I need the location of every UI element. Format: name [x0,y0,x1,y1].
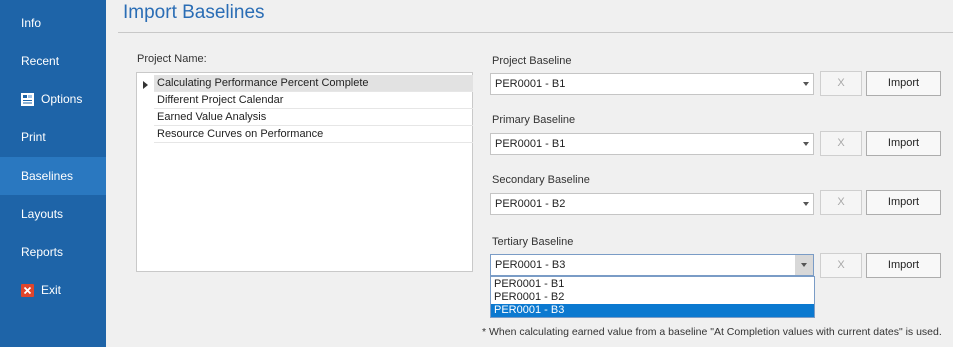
tertiary-baseline-select[interactable]: PER0001 - B3 [490,254,814,276]
dropdown-option-selected[interactable]: PER0001 - B3 [491,304,814,317]
clear-project-baseline-button[interactable]: X [820,71,862,96]
chevron-down-icon [803,142,809,146]
nav-print[interactable]: Print [0,118,106,156]
clear-secondary-baseline-button[interactable]: X [820,190,862,215]
clear-tertiary-baseline-button[interactable]: X [820,253,862,278]
primary-baseline-value: PER0001 - B1 [495,138,566,150]
project-baseline-value: PER0001 - B1 [495,78,566,90]
import-secondary-baseline-button[interactable]: Import [866,190,941,215]
nav-info[interactable]: Info [0,4,106,42]
tertiary-baseline-value: PER0001 - B3 [495,259,566,271]
nav-baselines[interactable]: Baselines [0,157,106,195]
import-tertiary-baseline-button[interactable]: Import [866,253,941,278]
nav-layouts[interactable]: Layouts [0,195,106,233]
primary-baseline-label: Primary Baseline [492,114,576,126]
project-row[interactable]: Calculating Performance Percent Complete [154,75,473,92]
sidebar: Info Recent Options Print Baselines Layo… [0,0,106,347]
nav-baselines-label: Baselines [21,169,74,183]
nav-exit[interactable]: Exit [0,271,106,309]
project-row[interactable]: Resource Curves on Performance [154,126,473,143]
secondary-baseline-select[interactable]: PER0001 - B2 [490,193,814,215]
nav-layouts-label: Layouts [21,207,64,221]
secondary-baseline-label: Secondary Baseline [492,174,590,186]
import-project-baseline-button[interactable]: Import [866,71,941,96]
secondary-baseline-value: PER0001 - B2 [495,198,566,210]
project-row[interactable]: Earned Value Analysis [154,109,473,126]
nav-print-label: Print [21,130,46,144]
nav-reports-label: Reports [21,245,64,259]
tertiary-baseline-label: Tertiary Baseline [492,236,574,248]
dropdown-option[interactable]: PER0001 - B2 [491,291,814,304]
nav-exit-label: Exit [41,283,62,297]
nav-options-label: Options [41,92,83,106]
nav-reports[interactable]: Reports [0,233,106,271]
chevron-down-icon [801,263,807,267]
nav-options[interactable]: Options [0,80,106,118]
project-baseline-label: Project Baseline [492,55,572,67]
project-row[interactable]: Different Project Calendar [154,92,473,109]
project-name-label: Project Name: [137,53,207,65]
primary-baseline-select[interactable]: PER0001 - B1 [490,133,814,155]
tertiary-baseline-dropdown: PER0001 - B1 PER0001 - B2 PER0001 - B3 [490,276,815,318]
project-baseline-select[interactable]: PER0001 - B1 [490,73,814,95]
nav-info-label: Info [21,16,42,30]
options-icon [21,92,34,106]
import-baselines-panel: Import Baselines Project Name: Calculati… [106,0,953,347]
nav-recent[interactable]: Recent [0,42,106,80]
chevron-down-icon [803,202,809,206]
nav-recent-label: Recent [21,54,60,68]
title-divider [118,32,953,33]
exit-icon [21,283,34,297]
clear-primary-baseline-button[interactable]: X [820,131,862,156]
page-title: Import Baselines [123,2,265,23]
footnote: * When calculating earned value from a b… [482,326,942,338]
row-pointer-icon [143,81,148,89]
dropdown-option[interactable]: PER0001 - B1 [491,278,814,291]
chevron-down-icon [803,82,809,86]
import-primary-baseline-button[interactable]: Import [866,131,941,156]
project-list[interactable]: Calculating Performance Percent Complete… [136,72,473,272]
